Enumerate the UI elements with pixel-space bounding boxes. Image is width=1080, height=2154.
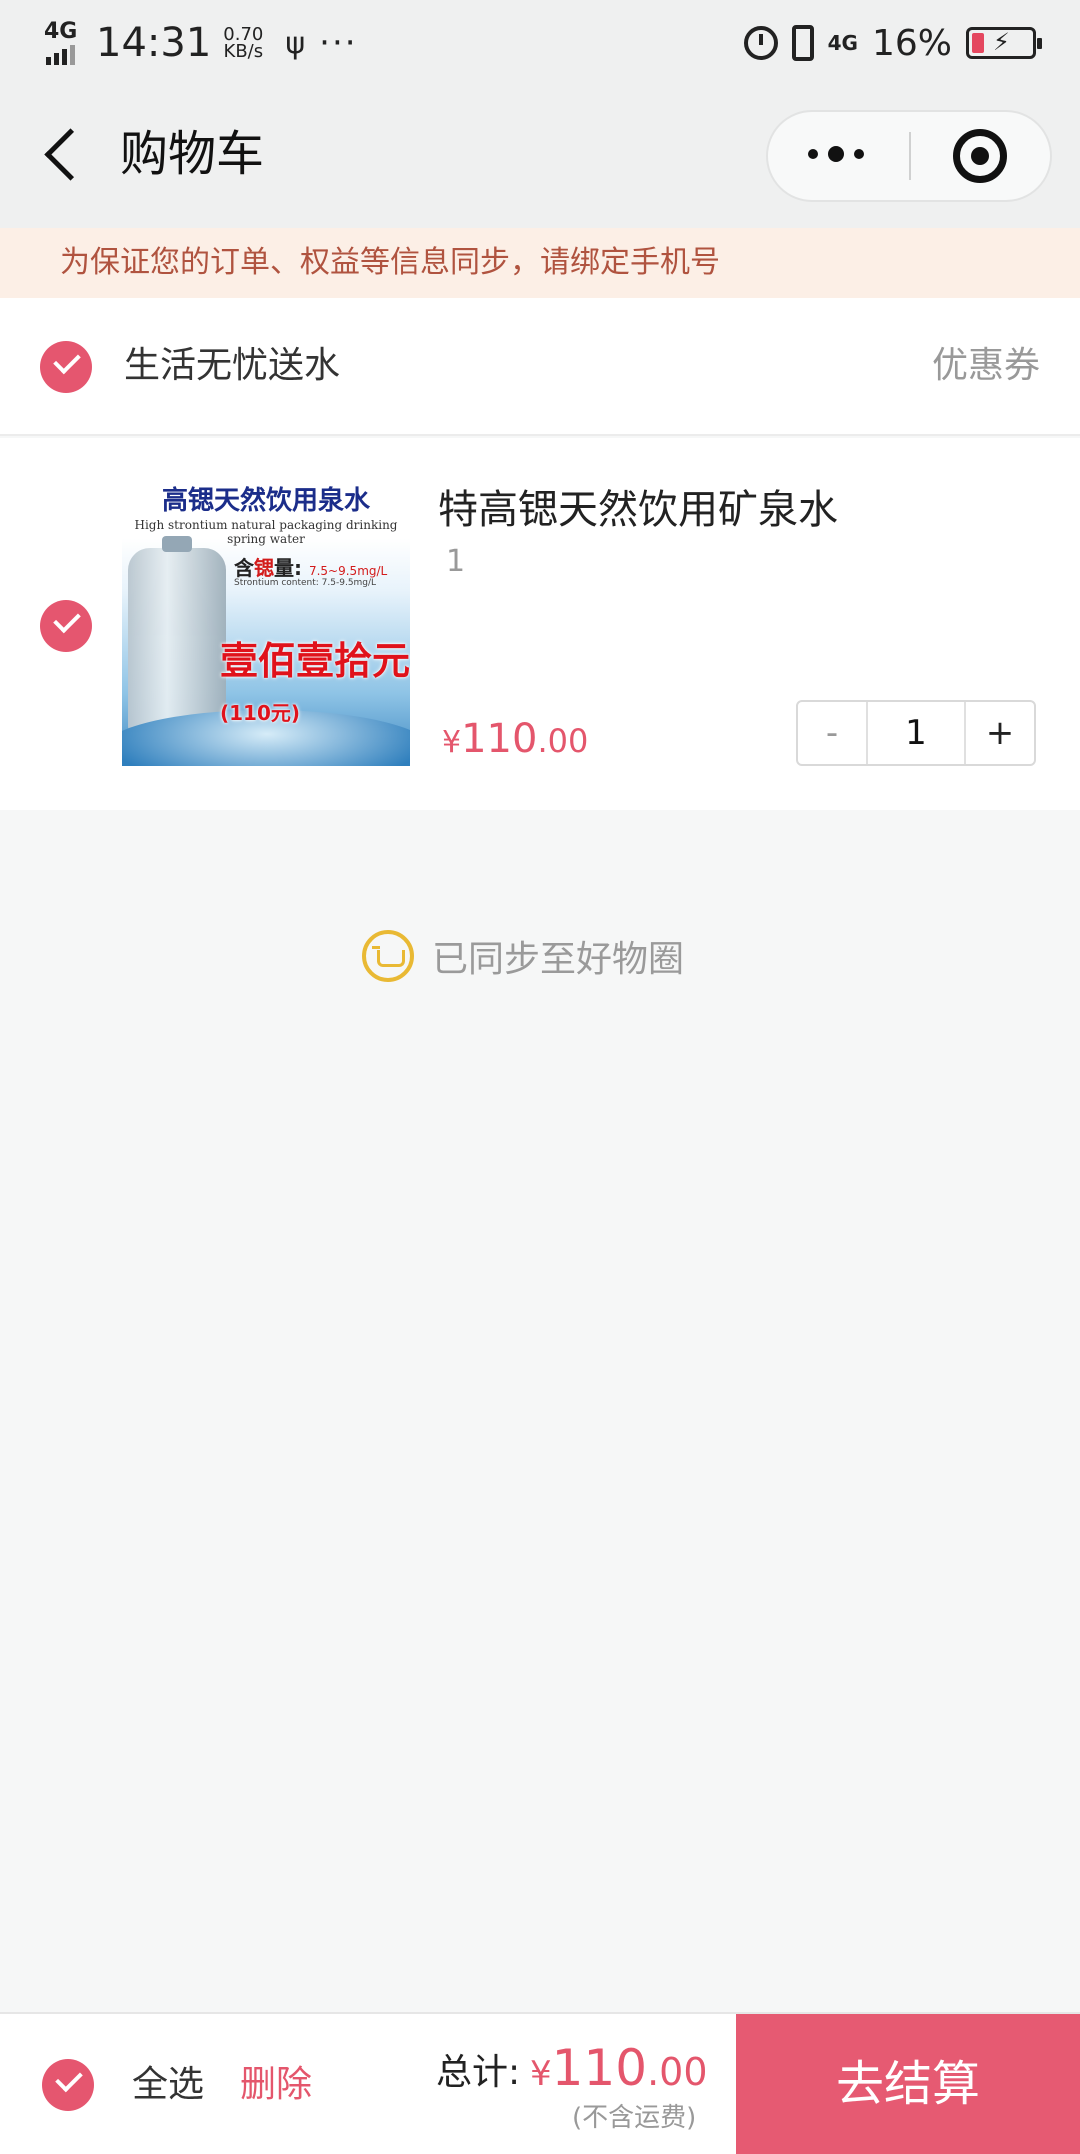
coupon-button[interactable]: 优惠券 [932, 338, 1040, 394]
water-bottle-image [128, 536, 226, 738]
product-spec: 1 [446, 544, 466, 579]
product-price: ¥110.00 [442, 716, 589, 762]
battery-percent: 16% [871, 22, 952, 64]
quantity-stepper: - 1 + [796, 700, 1036, 766]
status-left: 4G 14:31 0.70 KB/s ψ ··· [44, 18, 358, 68]
signal-icon: 4G [44, 21, 80, 65]
quantity-input[interactable]: 1 [868, 702, 964, 764]
nav-bar: 购物车 [0, 86, 1080, 228]
shipping-note: (不含运费) [572, 2103, 697, 2133]
battery-icon: ⚡ [966, 27, 1042, 59]
more-dots-icon [808, 146, 864, 162]
total-label: 总计: [436, 2052, 521, 2093]
store-name[interactable]: 生活无忧送水 [124, 338, 340, 394]
select-all-checkbox[interactable] [42, 2059, 94, 2111]
more-notifications-icon: ··· [319, 23, 358, 63]
status-time: 14:31 [96, 20, 212, 66]
more-button[interactable] [768, 112, 910, 200]
status-right: 4G 16% ⚡ [743, 18, 1042, 68]
delete-button[interactable]: 删除 [240, 2058, 312, 2112]
product-title[interactable]: 特高锶天然饮用矿泉水 [438, 482, 838, 538]
item-checkbox[interactable] [40, 600, 92, 652]
back-icon[interactable] [38, 124, 88, 184]
product-image[interactable]: 高锶天然饮用泉水 High strontium natural packagin… [122, 474, 410, 766]
cart-circle-icon [362, 930, 414, 982]
store-row: 生活无忧送水 优惠券 [0, 298, 1080, 436]
usb-icon: ψ [285, 25, 306, 61]
checkout-button[interactable]: 去结算 [736, 2014, 1080, 2154]
bottom-bar: 全选 删除 总计: ¥110.00 (不含运费) 去结算 [0, 2012, 1080, 2154]
decrease-button[interactable]: - [798, 702, 868, 764]
sync-status: 已同步至好物圈 [362, 926, 684, 986]
vibrate-icon [791, 25, 814, 61]
sync-text: 已同步至好物圈 [432, 939, 685, 980]
increase-button[interactable]: + [964, 702, 1034, 764]
status-bar: 4G 14:31 0.70 KB/s ψ ··· 4G 16% ⚡ [0, 0, 1080, 86]
network-type: 4G [827, 31, 858, 55]
cart-item: 高锶天然饮用泉水 High strontium natural packagin… [0, 438, 1080, 810]
network-speed: 0.70 KB/s [223, 24, 264, 62]
close-button[interactable] [911, 112, 1051, 200]
target-close-icon [953, 129, 1007, 183]
charging-icon: ⚡ [993, 28, 1010, 56]
battery-fill [972, 33, 984, 53]
page-title: 购物车 [120, 126, 265, 182]
bind-phone-notice[interactable]: 为保证您的订单、权益等信息同步，请绑定手机号 [0, 228, 1080, 298]
miniprogram-capsule [766, 110, 1052, 202]
cart-page: 4G 14:31 0.70 KB/s ψ ··· 4G 16% ⚡ 购物车 为保… [0, 0, 1080, 2154]
store-checkbox[interactable] [40, 341, 92, 393]
alarm-icon [743, 26, 778, 60]
select-all-label[interactable]: 全选 [132, 2058, 204, 2112]
